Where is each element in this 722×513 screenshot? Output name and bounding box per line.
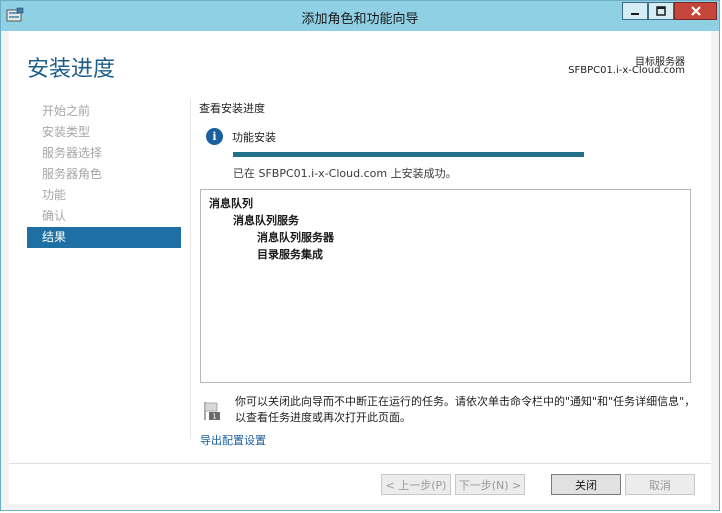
status-text: 已在 SFBPC01.i-x-Cloud.com 上安装成功。: [233, 167, 457, 180]
note-text: 你可以关闭此向导而不中断正在运行的任务。请依次单击命令栏中的"通知"和"任务详细…: [235, 395, 696, 424]
close-button[interactable]: 关闭: [551, 474, 621, 495]
maximize-button[interactable]: [648, 2, 674, 20]
nav-item-confirmation: 确认: [42, 209, 67, 223]
maximize-icon: [656, 6, 666, 16]
section-heading: 查看安装进度: [199, 102, 265, 115]
title-bar[interactable]: 添加角色和功能向导: [1, 1, 719, 31]
footer-divider: [9, 463, 711, 464]
result-item: 消息队列: [209, 197, 253, 210]
previous-button[interactable]: < 上一步(P): [381, 474, 451, 495]
info-icon: i: [206, 128, 223, 145]
nav-item-results[interactable]: 结果: [27, 227, 181, 248]
page-title: 安装进度: [27, 57, 116, 82]
nav-item-server-selection: 服务器选择: [42, 146, 103, 160]
nav-item-features: 功能: [42, 188, 67, 202]
result-item: 消息队列服务器: [257, 231, 334, 244]
progress-bar: [233, 152, 584, 157]
progress-fill: [233, 152, 584, 157]
nav-item-installation-type: 安装类型: [42, 125, 91, 139]
flag-icon: 1: [204, 402, 220, 421]
progress-label: 功能安装: [232, 131, 276, 144]
nav-divider: [190, 99, 191, 439]
wizard-window: 添加角色和功能向导 安装进度 目标服务器 SFBPC01.i-x-Cloud.c…: [0, 0, 720, 511]
close-icon: [690, 6, 701, 16]
svg-text:1: 1: [212, 413, 216, 421]
wizard-nav: 开始之前 安装类型 服务器选择 服务器角色 功能 确认 结果: [27, 101, 181, 248]
result-item: 目录服务集成: [257, 248, 323, 261]
next-button[interactable]: 下一步(N) >: [455, 474, 525, 495]
window-title: 添加角色和功能向导: [301, 12, 419, 27]
cancel-button[interactable]: 取消: [625, 474, 695, 495]
wizard-content: 安装进度 目标服务器 SFBPC01.i-x-Cloud.com 开始之前 安装…: [9, 31, 711, 504]
export-config-link[interactable]: 导出配置设置: [200, 432, 266, 448]
close-window-button[interactable]: [674, 2, 717, 20]
minimize-button[interactable]: [622, 2, 648, 20]
target-server-name: SFBPC01.i-x-Cloud.com: [568, 65, 685, 76]
nav-item-server-roles: 服务器角色: [42, 167, 103, 181]
result-item: 消息队列服务: [233, 214, 299, 227]
nav-item-before-you-begin: 开始之前: [42, 104, 91, 118]
results-list[interactable]: 消息队列 消息队列服务 消息队列服务器 目录服务集成: [200, 189, 691, 383]
minimize-icon: [631, 13, 639, 15]
